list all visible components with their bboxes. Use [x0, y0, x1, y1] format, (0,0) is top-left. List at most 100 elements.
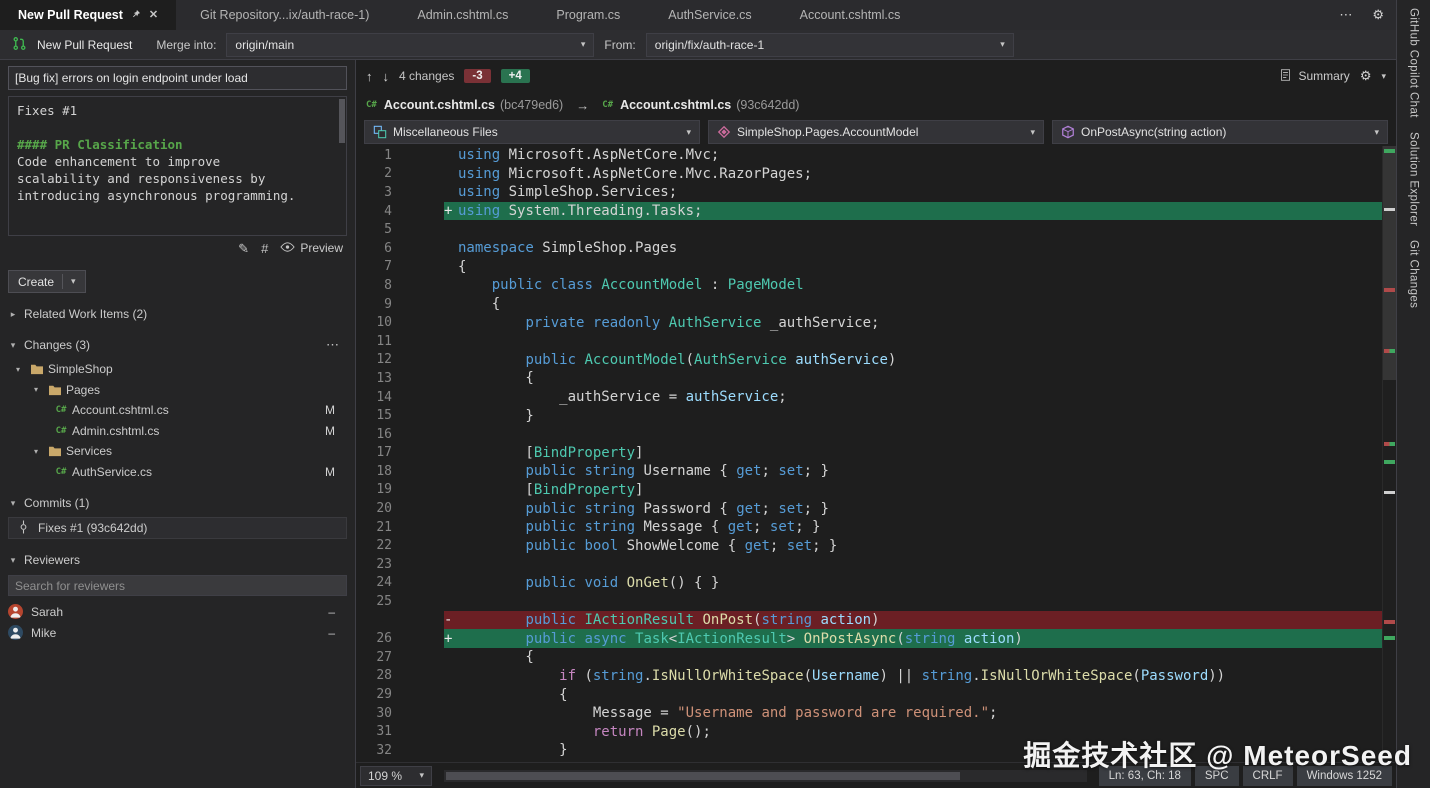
csharp-file-icon: C# — [366, 100, 377, 110]
remove-reviewer-button[interactable]: – — [328, 626, 347, 640]
section-changes[interactable]: ▾ Changes (3) ⋯ — [8, 335, 347, 355]
vertical-scrollbar[interactable] — [1382, 146, 1396, 762]
code-line: 22 public bool ShowWelcome { get; set; } — [356, 536, 1396, 555]
status-spaces[interactable]: SPC — [1195, 766, 1239, 786]
preview-label: Preview — [300, 241, 343, 255]
code-line: 17 [BindProperty] — [356, 444, 1396, 463]
description-scrollbar[interactable] — [339, 99, 345, 143]
code-text: public bool ShowWelcome { get; set; } — [458, 538, 837, 554]
project-scope-select[interactable]: Miscellaneous Files▾ — [364, 120, 700, 144]
code-text: using Microsoft.AspNetCore.Mvc; — [458, 147, 719, 163]
code-line: 14 _authService = authService; — [356, 388, 1396, 407]
line-number: 1 — [356, 148, 444, 163]
section-commits[interactable]: ▾ Commits (1) — [8, 493, 347, 513]
zoom-select[interactable]: 109 % ▾ — [360, 766, 432, 786]
status-encoding[interactable]: Windows 1252 — [1297, 766, 1392, 786]
member-select[interactable]: OnPostAsync(string action)▾ — [1052, 120, 1388, 144]
chevron-right-icon: ▸ — [8, 309, 18, 320]
folder-icon — [46, 384, 64, 396]
line-number: 7 — [356, 259, 444, 274]
tree-item-authservice-cs[interactable]: C#AuthService.csM — [8, 462, 347, 483]
document-tab[interactable]: AuthService.cs — [644, 0, 775, 30]
code-row: public class AccountModel : PageModel — [444, 276, 1396, 295]
section-reviewers[interactable]: ▾ Reviewers — [8, 550, 347, 570]
status-line-ending[interactable]: CRLF — [1243, 766, 1293, 786]
code-row: [BindProperty] — [444, 444, 1396, 463]
code-text: using Microsoft.AspNetCore.Mvc.RazorPage… — [458, 166, 812, 182]
section-label: Commits (1) — [24, 496, 89, 510]
method-icon — [1061, 125, 1075, 139]
changes-more-button[interactable]: ⋯ — [326, 337, 347, 353]
horizontal-scrollbar[interactable] — [444, 770, 1087, 782]
code-line: 12 public AccountModel(AuthService authS… — [356, 351, 1396, 370]
create-button[interactable]: Create ▾ — [8, 270, 86, 293]
preview-button[interactable]: Preview — [280, 241, 343, 255]
code-row: public string Message { get; set; } — [444, 518, 1396, 537]
reviewer-row: Sarah– — [8, 601, 347, 622]
pin-icon[interactable] — [131, 9, 141, 22]
left-file-hash: (bc479ed6) — [500, 98, 563, 112]
tree-item-services[interactable]: ▾Services — [8, 441, 347, 462]
close-tab-icon[interactable]: ✕ — [149, 10, 158, 21]
code-row: public string Password { get; set; } — [444, 499, 1396, 518]
status-line-column[interactable]: Ln: 63, Ch: 18 — [1099, 766, 1191, 786]
section-related-work-items[interactable]: ▸ Related Work Items (2) — [8, 304, 347, 324]
previous-change-button[interactable]: ↑ — [366, 69, 373, 84]
reviewer-search-input[interactable] — [8, 575, 347, 596]
diff-editor: ↑ ↓ 4 changes -3 +4 Summary ⚙ ▾ C# Accou… — [356, 60, 1396, 788]
next-change-button[interactable]: ↓ — [383, 69, 390, 84]
pr-title-input[interactable] — [8, 66, 347, 90]
scroll-annotation — [1384, 442, 1395, 446]
diff-settings-gear-icon[interactable]: ⚙ — [1360, 68, 1372, 84]
code-text: using SimpleShop.Services; — [458, 184, 677, 200]
line-number: 17 — [356, 445, 444, 460]
summary-button[interactable]: Summary — [1279, 68, 1349, 85]
from-select[interactable]: origin/fix/auth-race-1 ▾ — [646, 33, 1014, 57]
zoom-value: 109 % — [368, 769, 402, 783]
tool-window-tab-git-changes[interactable]: Git Changes — [1408, 240, 1420, 308]
line-number: 13 — [356, 371, 444, 386]
tab-overflow-button[interactable]: ⋯ — [1339, 7, 1352, 23]
tree-item-pages[interactable]: ▾Pages — [8, 380, 347, 401]
merge-into-select[interactable]: origin/main ▾ — [226, 33, 594, 57]
tool-window-tab-github-copilot-chat[interactable]: GitHub Copilot Chat — [1408, 8, 1420, 118]
document-tab[interactable]: Program.cs — [532, 0, 644, 30]
diff-toolbar: ↑ ↓ 4 changes -3 +4 Summary ⚙ ▾ — [356, 60, 1396, 92]
document-tab[interactable]: Account.cshtml.cs — [776, 0, 925, 30]
commit-item[interactable]: Fixes #1 (93c642dd) — [8, 517, 347, 539]
tree-item-admin-cshtml-cs[interactable]: C#Admin.cshtml.csM — [8, 421, 347, 442]
type-select[interactable]: SimpleShop.Pages.AccountModel▾ — [708, 120, 1044, 144]
selected-value: OnPostAsync(string action) — [1081, 125, 1226, 139]
document-tab[interactable]: New Pull Request✕ — [0, 0, 176, 30]
merge-into-label: Merge into: — [156, 38, 216, 52]
line-number: 16 — [356, 427, 444, 442]
pr-description-editor[interactable]: Fixes #1 #### PR ClassificationCode enha… — [8, 96, 347, 236]
chevron-down-icon: ▾ — [992, 39, 1005, 50]
document-tab[interactable]: Admin.cshtml.cs — [393, 0, 532, 30]
markdown-edit-icon[interactable]: ✎ — [238, 242, 249, 255]
document-tab[interactable]: Git Repository...ix/auth-race-1) — [176, 0, 393, 30]
tool-window-tab-solution-explorer[interactable]: Solution Explorer — [1408, 132, 1420, 226]
editor-status-bar: 109 % ▾ Ln: 63, Ch: 18 SPC CRLF Windows … — [356, 762, 1396, 788]
pr-toolbar: New Pull Request Merge into: origin/main… — [0, 30, 1396, 60]
description-line: Code enhancement to improve — [17, 153, 338, 170]
scroll-annotation — [1384, 349, 1395, 353]
work-item-hash-icon[interactable]: # — [261, 242, 268, 255]
tree-item-simpleshop[interactable]: ▾SimpleShop — [8, 359, 347, 380]
scrollbar-thumb[interactable] — [1383, 146, 1396, 380]
tree-item-account-cshtml-cs[interactable]: C#Account.cshtml.csM — [8, 400, 347, 421]
settings-gear-icon[interactable]: ⚙ — [1372, 7, 1384, 23]
diff-del-row: - public IActionResult OnPost(string act… — [444, 611, 1396, 630]
scrollbar-thumb[interactable] — [446, 772, 960, 780]
chevron-down-icon: ▾ — [34, 447, 46, 456]
remove-reviewer-button[interactable]: – — [328, 605, 347, 619]
git-commit-icon — [17, 520, 30, 537]
chevron-down-icon: ▾ — [71, 276, 76, 287]
code-line: 13 { — [356, 369, 1396, 388]
code-text: } — [458, 742, 568, 758]
code-line: 30 Message = "Username and password are … — [356, 704, 1396, 723]
section-label: Changes (3) — [24, 338, 90, 352]
section-label: Related Work Items (2) — [24, 307, 147, 321]
chevron-down-icon[interactable]: ▾ — [1381, 71, 1386, 82]
chevron-down-icon: ▾ — [678, 127, 691, 138]
